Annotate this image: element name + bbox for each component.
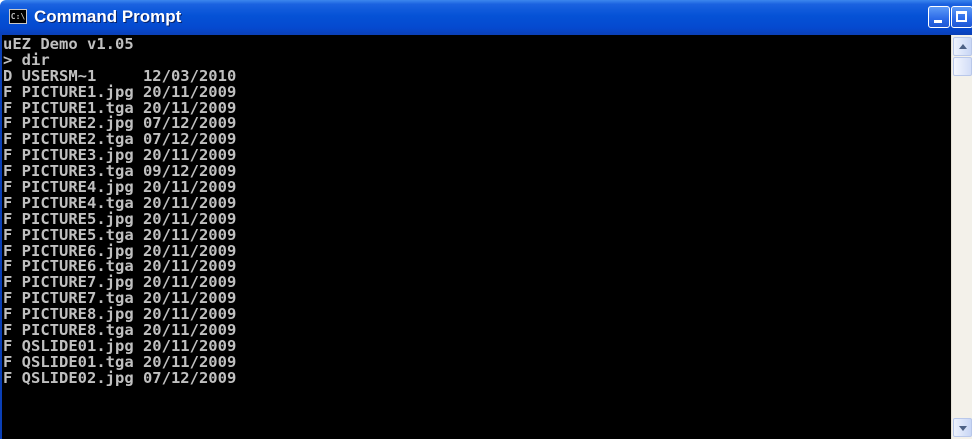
scroll-down-button[interactable] [953,418,972,437]
scroll-up-arrow-icon [959,44,967,49]
scrollbar-thumb[interactable] [953,57,972,76]
minimize-icon [934,20,942,23]
console-output[interactable]: uEZ Demo v1.05 > dir D USERSM~1 12/03/2010… [0,35,951,439]
maximize-button[interactable] [951,6,972,28]
title-bar[interactable]: C:\ Command Prompt × [0,0,972,35]
minimize-button[interactable] [928,6,950,28]
scroll-down-arrow-icon [959,426,967,431]
cmd-icon[interactable]: C:\ [9,9,27,24]
console-line: F QSLIDE02.jpg 07/12/2009 [3,368,237,387]
vertical-scrollbar[interactable] [951,35,972,439]
window-left-border [0,35,2,439]
scroll-up-button[interactable] [953,37,972,56]
console-lines: uEZ Demo v1.05 > dir D USERSM~1 12/03/2010… [0,35,951,387]
maximize-icon [956,11,967,22]
window-title: Command Prompt [34,7,182,26]
command-prompt-window: C:\ Command Prompt × uEZ Demo v1.05> dir… [0,0,972,439]
console-line: uEZ Demo v1.05 [3,35,134,53]
